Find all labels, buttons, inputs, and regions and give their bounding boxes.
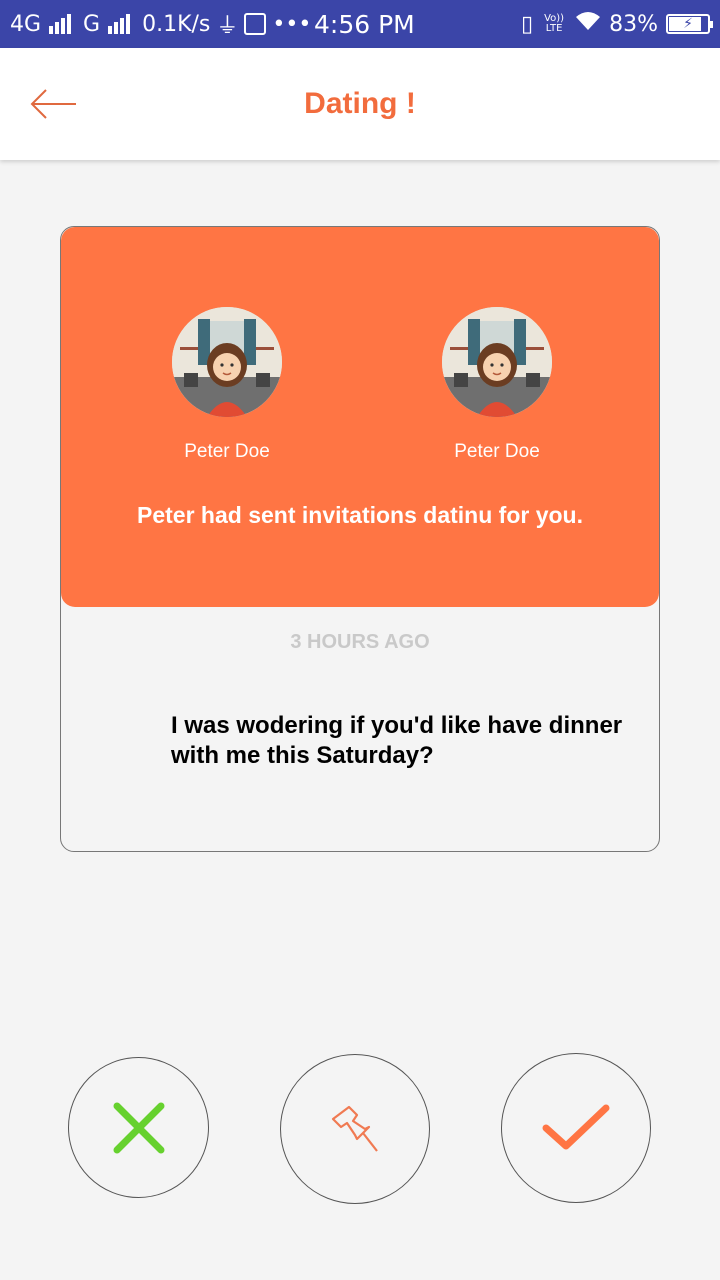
page-title: Dating ! <box>304 87 416 120</box>
person-name: Peter Doe <box>454 441 540 462</box>
receiver-profile[interactable]: Peter Doe <box>417 307 577 463</box>
pushpin-icon <box>331 1105 378 1152</box>
reject-button[interactable] <box>68 1057 209 1198</box>
invitation-header: Peter Doe Peter Doe Peter had sent invit… <box>61 227 659 607</box>
close-x-icon <box>113 1102 164 1153</box>
accept-button[interactable] <box>501 1053 651 1203</box>
vibrate-icon: ▯ <box>520 11 534 37</box>
more-notifications-icon: ••• <box>272 11 312 37</box>
avatar <box>442 307 552 417</box>
notification-app-icon <box>244 13 267 35</box>
timestamp: 3 HOURS AGO <box>290 631 430 653</box>
checkmark-icon <box>542 1104 610 1150</box>
network-type-g: G <box>83 11 101 37</box>
signal-strength-icon <box>49 14 72 34</box>
avatar <box>172 307 282 417</box>
sender-profile[interactable]: Peter Doe <box>147 307 307 463</box>
clock: 4:56 PM <box>314 9 415 39</box>
invitation-message: I was wodering if you'd like have dinner… <box>171 712 623 769</box>
wifi-icon <box>575 11 601 37</box>
network-type-4g: 4G <box>10 11 42 37</box>
network-speed: 0.1K/s <box>142 11 211 37</box>
status-bar: 4G G 0.1K/s ⏚ ••• 4:56 PM ▯ Vo)) LTE 83%… <box>0 0 720 48</box>
girl-avatar-icon <box>442 307 552 417</box>
battery-percent: 83% <box>609 11 658 37</box>
girl-avatar-icon <box>172 307 282 417</box>
signal-strength-icon-2 <box>108 14 131 34</box>
charging-bolt-icon: ⚡ <box>683 16 693 32</box>
person-name: Peter Doe <box>184 441 270 462</box>
usb-icon: ⏚ <box>216 14 239 39</box>
pin-button[interactable] <box>280 1054 430 1204</box>
battery-icon: ⚡ <box>666 14 713 34</box>
invitation-text: Peter had sent invitations datinu for yo… <box>137 502 583 528</box>
app-bar: Dating ! <box>0 48 720 160</box>
volte-icon: Vo)) LTE <box>544 13 565 34</box>
invitation-card: Peter Doe Peter Doe Peter had sent invit… <box>60 226 660 852</box>
